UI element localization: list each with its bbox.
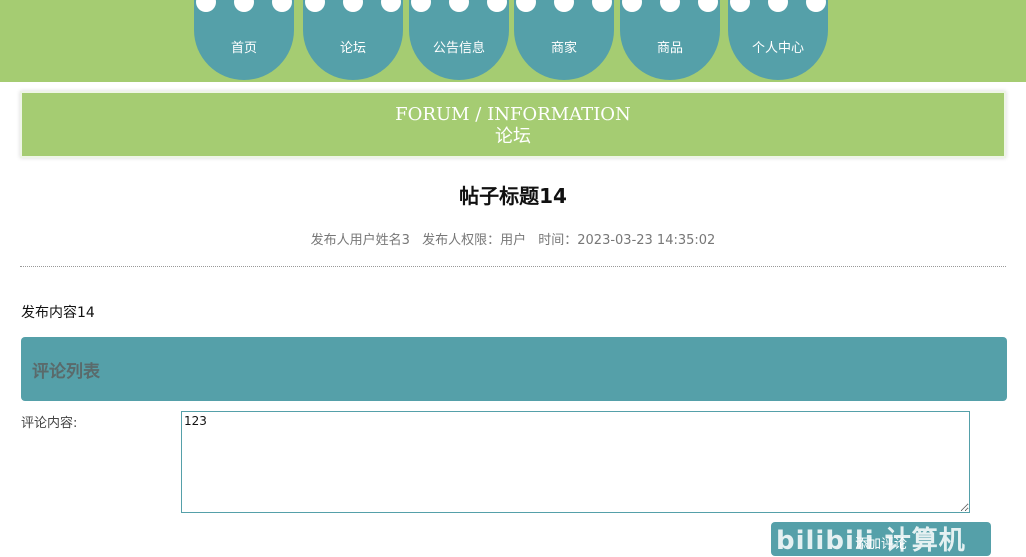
nav-item-products[interactable]: 商品 [620,0,720,80]
post-meta: 发布人用户姓名3 发布人权限：用户 时间：2023-03-23 14:35:02 [0,229,1026,248]
comments-header-title: 评论列表 [32,361,100,382]
post-content: 发布内容14 [21,305,95,321]
post-title: 帖子标题14 [459,184,567,208]
comment-input[interactable] [181,411,970,513]
nav-item-label: 公告信息 [432,40,485,56]
post-author: 发布人用户姓名3 [310,233,410,248]
nav-item-profile[interactable]: 个人中心 [728,0,828,80]
nav-item-merchants[interactable]: 商家 [514,0,614,80]
banner-title-zh: 论坛 [495,126,531,147]
banner-title-en: FORUM / INFORMATION [395,104,631,125]
nav-item-announcements[interactable]: 公告信息 [409,0,509,80]
post-time: 时间：2023-03-23 14:35:02 [538,233,716,248]
comments-header: 评论列表 [21,337,1007,401]
add-comment-button[interactable]: 添加评论 [771,522,991,556]
nav-item-label: 商品 [656,40,683,56]
nav-item-label: 商家 [550,40,577,56]
nav-item-label: 首页 [230,40,257,56]
post-permission: 发布人权限：用户 [422,233,527,248]
nav-item-label: 论坛 [339,40,366,56]
nav-item-label: 个人中心 [751,40,804,56]
comment-label: 评论内容: [21,416,78,431]
nav-item-home[interactable]: 首页 [194,0,294,80]
main-nav: 首页 论坛 公告信息 商家 商品 个人中心 [0,0,1026,82]
nav-item-forum[interactable]: 论坛 [303,0,403,80]
divider [20,266,1006,267]
section-banner: FORUM / INFORMATION 论坛 [20,91,1006,158]
